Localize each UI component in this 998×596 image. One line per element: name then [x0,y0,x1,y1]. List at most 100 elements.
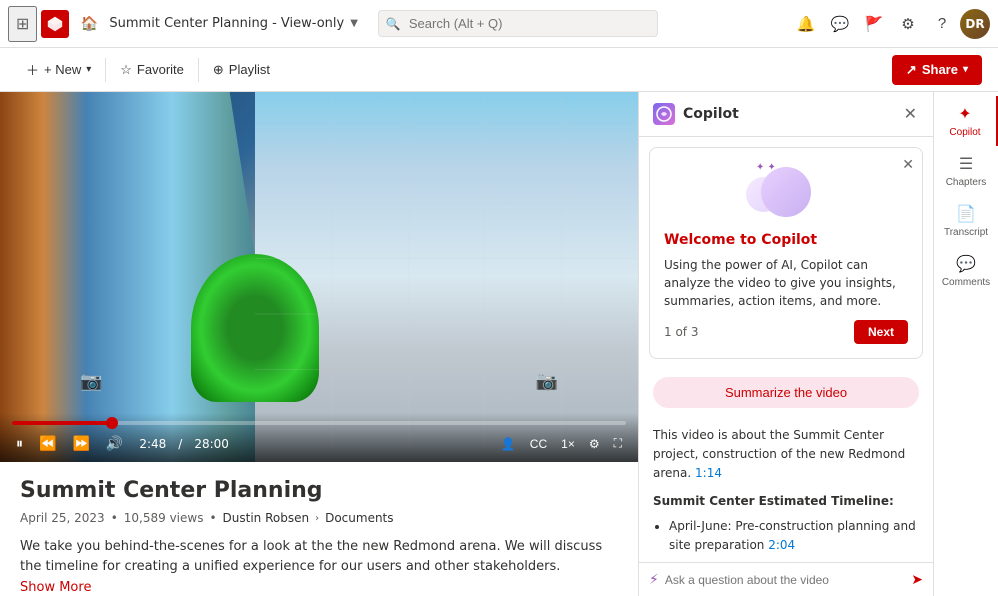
meta-dot-1: • [111,511,118,525]
video-views: 10,589 views [124,511,204,525]
welcome-heading: Welcome to Copilot [664,232,908,248]
home-icon[interactable]: 🏠 [73,8,105,40]
illus-stars: ✦ ✦ [756,162,776,173]
right-nav-chapters[interactable]: ☰ Chapters [934,146,998,196]
speed-button[interactable]: 1× [557,435,579,453]
playlist-icon: ⊕ [213,62,224,78]
favorite-button[interactable]: ☆ Favorite [110,56,194,84]
flag-icon[interactable]: 🚩 [858,8,890,40]
chat-icon[interactable]: 💬 [824,8,856,40]
notifications-icon[interactable]: 🔔 [790,8,822,40]
copilot-header: Copilot ✕ [639,92,933,137]
camera-icon-left: 📷 [80,371,102,392]
ask-sparkle-icon[interactable]: ⚡ [649,572,659,588]
chapters-nav-icon: ☰ [959,154,973,174]
copilot-nav-label: Copilot [949,127,980,138]
video-controls: ⏸ ⏪ ⏩ 🔊 2:48 / 28:00 👤 CC 1× ⚙ ⛶ [0,413,638,462]
summarize-button[interactable]: Summarize the video [653,377,919,408]
timeline-item-1-link[interactable]: 2:04 [768,538,795,552]
video-author[interactable]: Dustin Robsen [223,511,310,525]
help-icon[interactable]: ? [926,8,958,40]
video-date: April 25, 2023 [20,511,105,525]
search-input[interactable] [378,10,658,37]
settings-icon[interactable]: ⚙ [892,8,924,40]
welcome-card-close-button[interactable]: ✕ [902,156,914,173]
video-location[interactable]: Documents [325,511,393,525]
ask-send-button[interactable]: ➤ [911,571,923,588]
meta-chevron: › [315,513,319,524]
transcript-nav-icon: 📄 [956,204,976,224]
video-area: 📷 📷 ⏸ ⏪ ⏩ 🔊 2:48 / 28:00 [0,92,638,596]
video-container: 📷 📷 ⏸ ⏪ ⏩ 🔊 2:48 / 28:00 [0,92,638,462]
camera-icon-right: 📷 [536,371,558,392]
illus-circle-large [761,167,811,217]
share-icon: ↗ [906,62,917,78]
right-nav-copilot[interactable]: ✦ Copilot [934,96,998,146]
video-frame[interactable]: 📷 📷 [0,92,638,462]
fullscreen-button[interactable]: ⛶ [610,434,626,453]
copilot-logo-icon [653,103,675,125]
welcome-illustration: ✦ ✦ [664,162,908,222]
breadcrumb-chevron[interactable]: ▼ [350,18,358,29]
volume-button[interactable]: 🔊 [102,433,127,454]
copilot-body: ✕ ✦ ✦ Welcome to Copilot Using the power… [639,137,933,562]
right-nav-comments[interactable]: 💬 Comments [934,246,998,296]
nav-icon-group: 🔔 💬 🚩 ⚙ ? DR [790,8,990,40]
new-chevron: ▾ [86,64,91,75]
main-layout: 📷 📷 ⏸ ⏪ ⏩ 🔊 2:48 / 28:00 [0,92,998,596]
summary-intro: This video is about the Summit Center pr… [653,426,919,484]
video-title: Summit Center Planning [20,478,618,503]
share-button[interactable]: ↗ Share ▾ [892,55,982,85]
breadcrumb-text: Summit Center Planning - View-only [109,16,344,31]
timeline-list: April-June: Pre-construction planning an… [653,517,919,562]
ask-input-area: ⚡ ➤ [639,562,933,596]
transcript-nav-label: Transcript [944,227,988,238]
summarize-section: Summarize the video [639,369,933,416]
video-info: Summit Center Planning April 25, 2023 • … [0,462,638,596]
user-avatar[interactable]: DR [960,9,990,39]
playlist-button[interactable]: ⊕ Playlist [203,56,280,84]
rewind-button[interactable]: ⏪ [35,433,60,454]
favorite-label: Favorite [137,62,184,77]
summary-intro-text: This video is about the Summit Center pr… [653,428,905,480]
more-settings-button[interactable]: ⚙ [585,435,604,453]
right-nav-transcript[interactable]: 📄 Transcript [934,196,998,246]
welcome-text: Using the power of AI, Copilot can analy… [664,256,908,310]
share-chevron: ▾ [963,64,968,75]
welcome-footer: 1 of 3 Next [664,320,908,344]
ask-input-field[interactable] [665,573,905,587]
chapters-nav-label: Chapters [946,177,987,188]
progress-thumb [106,417,118,429]
comments-nav-label: Comments [942,277,990,288]
progress-bar[interactable] [12,421,626,425]
copilot-close-button[interactable]: ✕ [902,102,919,126]
play-pause-button[interactable]: ⏸ [12,433,27,454]
video-description: We take you behind-the-scenes for a look… [20,537,618,576]
copilot-title: Copilot [683,106,894,122]
app-logo [41,10,69,38]
star-icon: ☆ [120,62,132,78]
comments-nav-icon: 💬 [956,254,976,274]
current-time: 2:48 [139,437,166,451]
new-label: + New [44,62,81,77]
captions-button[interactable]: 👤 [497,435,520,453]
timeline-title: Summit Center Estimated Timeline: [653,492,919,511]
forward-button[interactable]: ⏩ [68,433,93,454]
share-label: Share [922,62,958,77]
apps-icon[interactable]: ⊞ [8,6,37,42]
progress-fill [12,421,113,425]
summary-timestamp-link[interactable]: 1:14 [695,466,722,480]
meta-dot-2: • [209,511,216,525]
building-lines-svg [255,92,638,462]
summary-content: This video is about the Summit Center pr… [639,416,933,562]
playlist-label: Playlist [229,62,270,77]
subtitles-button[interactable]: CC [526,435,551,453]
welcome-graphic: ✦ ✦ [746,162,826,222]
welcome-next-button[interactable]: Next [854,320,908,344]
right-controls: 👤 CC 1× ⚙ ⛶ [497,434,626,453]
new-button[interactable]: ＋ + New ▾ [16,54,101,85]
breadcrumb: Summit Center Planning - View-only ▼ [109,16,357,31]
toolbar: ＋ + New ▾ ☆ Favorite ⊕ Playlist ↗ Share … [0,48,998,92]
show-more-link[interactable]: Show More [20,580,618,595]
welcome-page-indicator: 1 of 3 [664,325,698,339]
